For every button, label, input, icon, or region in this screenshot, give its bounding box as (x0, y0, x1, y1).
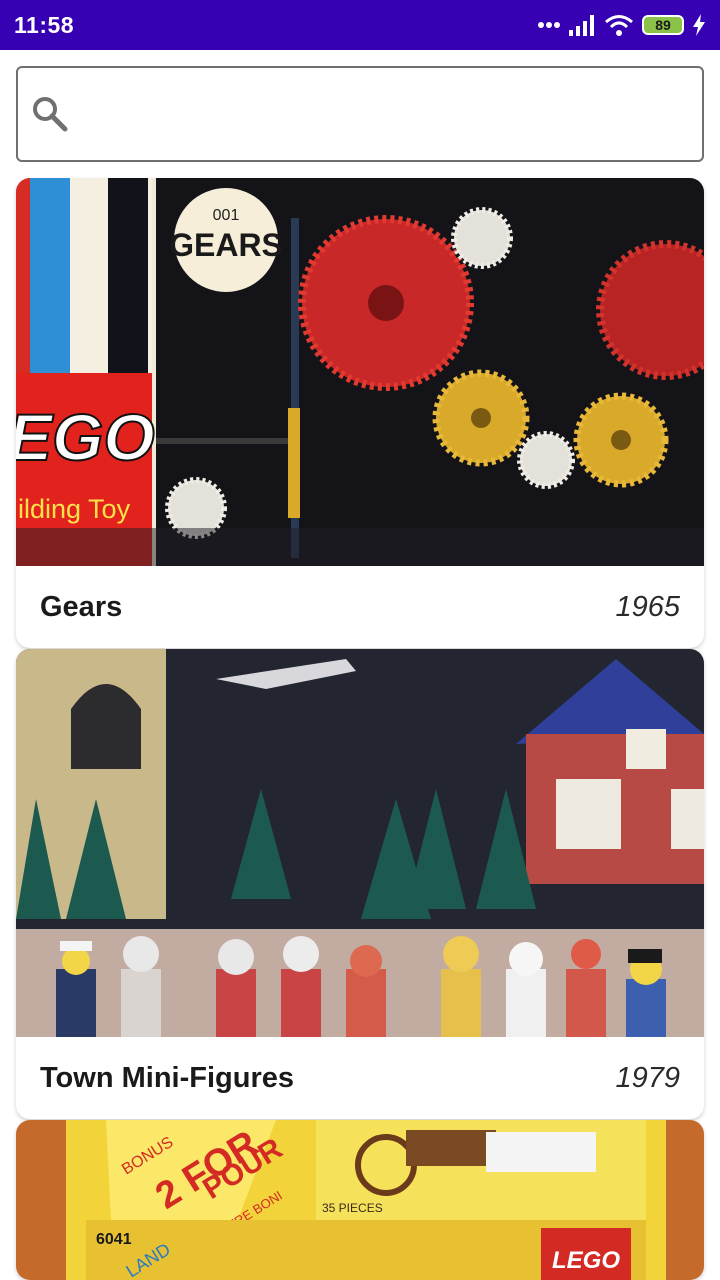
card-footer: Gears 1965 (16, 566, 704, 648)
set-image: BONUS 2 FOR POUR OFFRE BONI 35 PIECES 60… (16, 1120, 704, 1280)
signal-dots-icon (538, 22, 560, 28)
set-image: EGO ilding Toy 001 GEARS (16, 178, 704, 566)
tagline-text: ilding Toy (18, 494, 131, 524)
set-year: 1965 (615, 590, 680, 623)
logo-text: EGO (16, 400, 155, 474)
status-icons: 89 (538, 14, 706, 36)
status-time: 11:58 (14, 11, 75, 38)
badge-label: GEARS (169, 227, 283, 263)
charging-bolt-icon (693, 14, 705, 36)
set-image (16, 649, 704, 1037)
wifi-icon (605, 15, 633, 36)
set-card[interactable]: EGO ilding Toy 001 GEARS Gears 1965 (16, 178, 704, 648)
set-card[interactable]: Town Mini-Figures 1979 (16, 649, 704, 1119)
search-bar[interactable] (16, 66, 704, 162)
set-title: Town Mini-Figures (40, 1061, 294, 1094)
set-title: Gears (40, 590, 123, 623)
search-input[interactable] (80, 84, 680, 144)
badge-number: 001 (213, 207, 240, 224)
battery-icon: 89 (642, 15, 684, 35)
status-bar: 11:58 89 (0, 0, 720, 50)
battery-level: 89 (655, 17, 671, 33)
set-card[interactable]: BONUS 2 FOR POUR OFFRE BONI 35 PIECES 60… (16, 1120, 704, 1280)
set-year: 1979 (615, 1061, 680, 1094)
card-footer: Town Mini-Figures 1979 (16, 1037, 704, 1119)
search-icon (33, 97, 68, 132)
set-number-text: 6041 (96, 1231, 132, 1248)
lego-logo-text: LEGO (552, 1247, 620, 1274)
cell-signal-icon (569, 15, 594, 36)
pieces-text: 35 PIECES (322, 1201, 383, 1215)
